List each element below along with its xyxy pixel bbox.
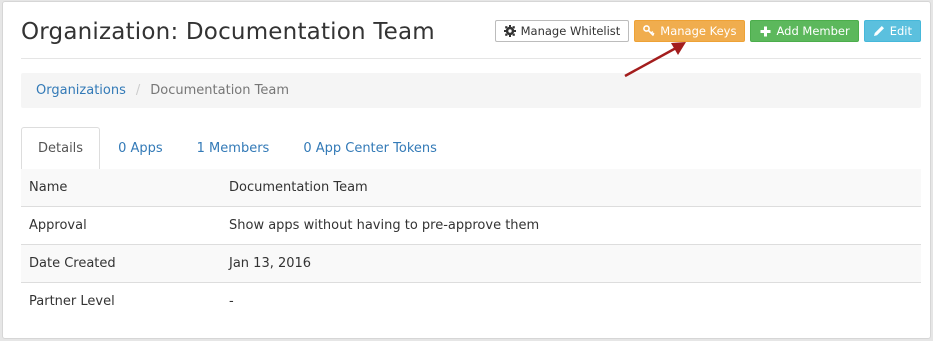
cog-icon bbox=[503, 25, 516, 37]
tab-details[interactable]: Details bbox=[21, 127, 101, 170]
table-row: Approval Show apps without having to pre… bbox=[21, 206, 921, 245]
manage-keys-label: Manage Keys bbox=[660, 24, 737, 38]
table-row: Name Documentation Team bbox=[21, 169, 921, 207]
key-icon bbox=[643, 25, 655, 37]
plus-icon bbox=[759, 25, 771, 37]
header-actions: Manage Whitelist Manage Keys Add Member … bbox=[494, 20, 921, 42]
detail-value: Jan 13, 2016 bbox=[221, 244, 921, 283]
page-title: Organization: Documentation Team bbox=[21, 19, 435, 45]
add-member-label: Add Member bbox=[776, 24, 850, 38]
tab-members[interactable]: 1 Members bbox=[181, 127, 286, 170]
organization-panel: Organization: Documentation Team Manage … bbox=[2, 1, 931, 339]
detail-key: Approval bbox=[21, 206, 221, 245]
breadcrumb-current: Documentation Team bbox=[150, 83, 289, 98]
tab-app-center-tokens[interactable]: 0 App Center Tokens bbox=[287, 127, 453, 170]
breadcrumb-separator: / bbox=[135, 83, 141, 98]
pencil-icon bbox=[873, 25, 885, 37]
tab-apps[interactable]: 0 Apps bbox=[102, 127, 179, 170]
detail-key: Partner Level bbox=[21, 282, 221, 320]
detail-key: Name bbox=[21, 169, 221, 207]
table-row: Date Created Jan 13, 2016 bbox=[21, 244, 921, 283]
add-member-button[interactable]: Add Member bbox=[750, 20, 859, 42]
table-row: Partner Level - bbox=[21, 282, 921, 320]
page-header: Organization: Documentation Team Manage … bbox=[21, 2, 921, 59]
manage-whitelist-button[interactable]: Manage Whitelist bbox=[494, 20, 630, 42]
detail-value: Show apps without having to pre-approve … bbox=[221, 206, 921, 245]
details-table: Name Documentation Team Approval Show ap… bbox=[21, 169, 921, 320]
breadcrumb-organizations-link[interactable]: Organizations bbox=[36, 83, 126, 98]
edit-button[interactable]: Edit bbox=[863, 20, 921, 42]
detail-key: Date Created bbox=[21, 244, 221, 283]
manage-keys-button[interactable]: Manage Keys bbox=[634, 20, 746, 42]
manage-whitelist-label: Manage Whitelist bbox=[520, 24, 621, 38]
detail-value: Documentation Team bbox=[221, 169, 921, 207]
detail-value: - bbox=[221, 282, 921, 320]
tab-bar: Details 0 Apps 1 Members 0 App Center To… bbox=[21, 127, 921, 170]
edit-label: Edit bbox=[889, 24, 912, 38]
breadcrumb: Organizations / Documentation Team bbox=[21, 73, 921, 108]
